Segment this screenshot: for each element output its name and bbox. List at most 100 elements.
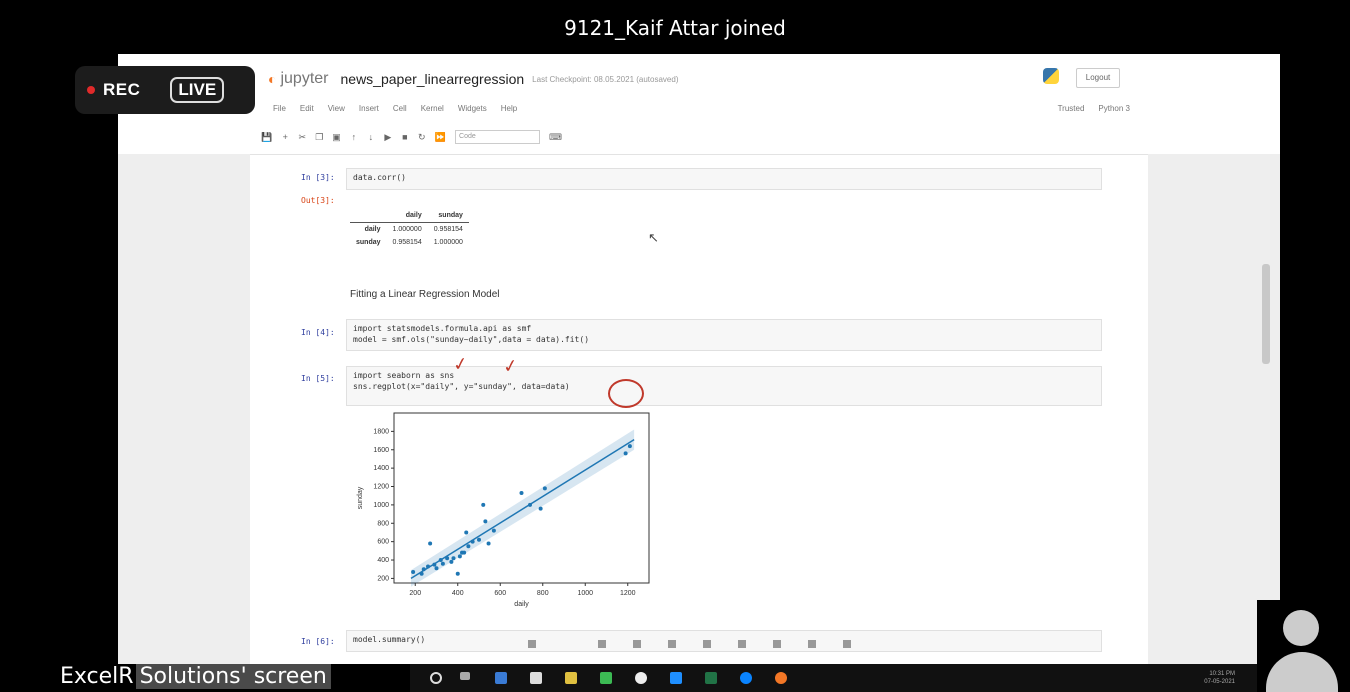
run-icon[interactable]: ▶ [384,132,392,143]
browser-icon[interactable] [740,672,752,684]
scatter-point [623,451,628,456]
scatter-point [434,566,439,571]
clock-time: 10:31 PM [1209,671,1235,677]
scatter-point [428,541,433,546]
menu-view[interactable]: View [328,104,345,120]
firefox-icon[interactable] [775,672,787,684]
cut-icon[interactable]: ✂ [298,132,306,143]
left-gutter [118,154,250,664]
copy-icon[interactable]: ❐ [315,132,323,143]
scatter-point [426,564,430,569]
notebook-title[interactable]: news_paper_linearregression [341,71,525,87]
x-tick-label: 1200 [620,590,636,597]
scatter-point [449,559,454,564]
keyboard-icon[interactable]: ⌨ [549,132,562,143]
y-axis-label: sunday [357,486,364,509]
chrome-icon[interactable] [635,672,647,684]
table-cell: 0.958154 [392,239,422,246]
y-tick-label: 1000 [373,502,389,509]
scatter-point [538,506,543,511]
windows-taskbar: 10:31 PM 07-05-2021 [410,664,1265,692]
save-icon[interactable]: 💾 [261,132,272,143]
edge-icon[interactable] [670,672,682,684]
x-tick-label: 800 [537,590,549,597]
avatar-head [1283,610,1319,646]
code-cell[interactable]: import statsmodels.formula.api as smf mod… [346,319,1102,351]
store-icon[interactable] [530,672,542,684]
folder-icon[interactable] [565,672,577,684]
scrollbar-thumb[interactable] [1262,264,1270,364]
y-tick-label: 200 [377,575,389,582]
recording-indicator: REC LIVE [75,66,255,114]
app-icon[interactable] [600,672,612,684]
file-explorer-icon[interactable] [495,672,507,684]
scatter-point [440,561,445,566]
markdown-cell[interactable]: Fitting a Linear Regression Model [350,289,500,300]
scatter-point [528,502,532,507]
table-cell: 1.000000 [392,226,422,233]
cell-type-select[interactable]: Code [455,130,541,144]
shared-screen: ◐ jupyter news_paper_linearregression La… [118,54,1280,664]
menu-widgets[interactable]: Widgets [458,104,487,120]
logout-button[interactable]: Logout [1076,68,1120,88]
menu-help[interactable]: Help [501,104,517,120]
scatter-point [542,486,547,491]
x-axis-label: daily [514,601,529,608]
y-tick-label: 1600 [373,447,389,454]
trusted-indicator[interactable]: Trusted [1058,104,1085,120]
scatter-point [470,539,475,544]
table-corner [350,209,387,223]
row-label: daily [364,226,381,233]
scatter-point [438,558,443,563]
jupyter-logo-icon: ◐ [268,71,277,87]
scatter-point [483,519,488,524]
scatter-point [462,550,467,555]
menu-edit[interactable]: Edit [300,104,314,120]
live-badge: LIVE [170,77,225,103]
scatter-point [486,541,491,546]
scatter-point [432,562,437,567]
code-line: sns.regplot(x="daily", y="sunday", data=… [353,382,570,391]
kernel-indicator: Python 3 [1098,104,1130,113]
scatter-point [451,556,456,561]
paste-icon[interactable]: ▣ [332,132,341,143]
code-cell[interactable]: model.summary() [346,630,1102,652]
checkpoint-status: Last Checkpoint: 08.05.2021 (autosaved) [532,74,679,84]
search-icon[interactable] [430,672,442,684]
excel-icon[interactable] [705,672,717,684]
move-up-icon[interactable]: ↑ [350,132,358,142]
menu-cell[interactable]: Cell [393,104,407,120]
menu-kernel[interactable]: Kernel [421,104,444,120]
clock-date: 07-05-2021 [1204,679,1235,685]
scatter-point [481,502,486,507]
screen-share-label: ExcelR Solutions' screen [58,660,331,692]
menu-file[interactable]: File [273,104,286,120]
avatar-body [1266,652,1338,692]
menu-insert[interactable]: Insert [359,104,379,120]
menu-bar: File Edit View Insert Cell Kernel Widget… [273,104,1130,120]
scatter-point [477,537,481,542]
stop-icon[interactable]: ■ [401,132,409,142]
add-cell-icon[interactable]: + [281,132,289,142]
participant-avatar[interactable] [1257,600,1350,692]
move-down-icon[interactable]: ↓ [367,132,375,142]
task-view-icon[interactable] [460,672,470,680]
cell-in-prompt: In [4]: [301,328,335,337]
table-row: sunday 0.958154 1.000000 [350,236,469,249]
y-tick-label: 1400 [373,465,389,472]
code-cell[interactable]: data.corr() [346,168,1102,190]
restart-icon[interactable]: ↻ [418,132,426,143]
fast-forward-icon[interactable]: ⏩ [435,132,446,143]
taskbar-clock[interactable]: 10:31 PM 07-05-2021 [1204,670,1235,686]
mouse-cursor-icon: ↖ [648,230,659,245]
notebook-toolbar: 💾 + ✂ ❐ ▣ ↑ ↓ ▶ ■ ↻ ⏩ Code ⌨ [261,128,562,146]
scatter-point [464,530,469,535]
checkmark-annotation-icon: ✓ [501,354,520,378]
y-tick-label: 1800 [373,428,389,435]
table-row: daily 1.000000 0.958154 [350,223,469,237]
correlation-table: daily sunday daily 1.000000 0.958154 sun… [350,209,469,249]
cell-out-prompt: Out[3]: [301,196,335,205]
scatter-point [457,554,462,559]
row-label: sunday [356,239,381,246]
y-tick-label: 800 [377,520,389,527]
